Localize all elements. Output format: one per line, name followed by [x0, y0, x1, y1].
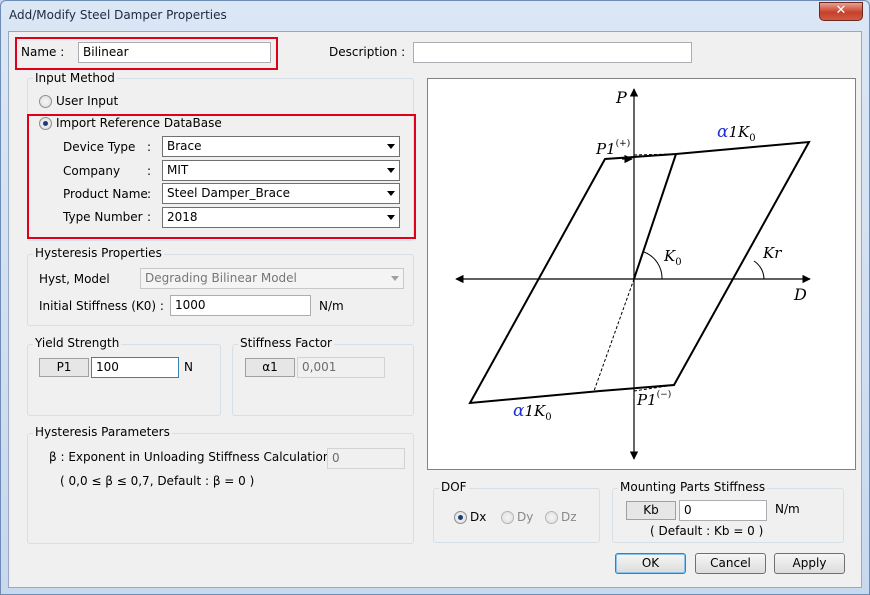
stiffness-factor-group — [232, 344, 414, 416]
hysteresis-loop — [468, 140, 811, 405]
alpha-k0-top-label: α1K0 — [717, 122, 756, 144]
dof-title: DOF — [439, 480, 469, 494]
window-title: Add/Modify Steel Damper Properties — [9, 8, 227, 22]
hysteresis-properties-title: Hysteresis Properties — [33, 246, 164, 260]
alpha1-tag: α1 — [245, 358, 295, 377]
kb-input[interactable]: 0 — [679, 500, 767, 521]
ok-button[interactable]: OK — [615, 553, 686, 574]
chevron-down-icon — [391, 276, 399, 281]
alpha-k0-bottom-label: α1K0 — [513, 401, 552, 423]
dof-dy-radio[interactable] — [501, 511, 514, 524]
dialog-window: Add/Modify Steel Damper Properties ✕ Nam… — [0, 0, 870, 595]
p1-negative-label: P1(−) — [636, 389, 671, 409]
beta-note: ( 0,0 ≤ β ≤ 0,7, Default : β = 0 ) — [60, 474, 255, 488]
yield-strength-input[interactable]: 100 — [91, 357, 179, 378]
cancel-button[interactable]: Cancel — [695, 553, 766, 574]
yield-strength-title: Yield Strength — [33, 336, 122, 350]
p-axis-label: P — [615, 88, 627, 107]
dialog-client-area: Name : Bilinear Description : Input Meth… — [8, 31, 862, 588]
yield-strength-group — [27, 344, 221, 416]
input-method-title: Input Method — [33, 71, 117, 85]
p1-positive-label: P1(+) — [595, 138, 630, 158]
hysteresis-diagram-svg: P D K0 Kr P1(+) P1(−) α1K0 α1K0 — [455, 88, 811, 460]
hyst-model-select[interactable]: Degrading Bilinear Model — [140, 268, 404, 289]
kr-angle-arc — [753, 260, 765, 280]
d-axis-label: D — [793, 285, 807, 304]
apply-button[interactable]: Apply — [774, 553, 845, 574]
dof-dx-radio[interactable] — [454, 511, 467, 524]
user-input-radio[interactable] — [39, 95, 52, 108]
p1-tag: P1 — [39, 358, 89, 377]
dof-dz-radio[interactable] — [545, 511, 558, 524]
hyst-model-label: Hyst, Model — [39, 272, 110, 286]
dof-dy-label[interactable]: Dy — [517, 510, 533, 524]
user-input-label[interactable]: User Input — [56, 94, 118, 108]
beta-label: β : Exponent in Unloading Stiffness Calc… — [49, 450, 339, 464]
dof-dz-label[interactable]: Dz — [561, 510, 577, 524]
mounting-stiffness-title: Mounting Parts Stiffness — [618, 480, 768, 494]
initial-stiffness-unit: N/m — [319, 299, 344, 313]
kb-unit: N/m — [775, 502, 800, 516]
k0-line-lower-dashed — [593, 278, 635, 392]
k0-label: K0 — [663, 247, 682, 268]
k0-angle-arc — [643, 251, 663, 280]
hysteresis-diagram: P D K0 Kr P1(+) P1(−) α1K0 α1K0 — [427, 78, 856, 470]
dof-dx-label[interactable]: Dx — [470, 510, 486, 524]
beta-input[interactable]: 0 — [327, 448, 405, 469]
kb-default-note: ( Default : Kb = 0 ) — [650, 524, 764, 538]
close-button[interactable]: ✕ — [819, 2, 863, 21]
kb-tag: Kb — [626, 501, 676, 520]
description-label: Description : — [329, 45, 406, 59]
stiffness-factor-input[interactable]: 0,001 — [297, 357, 385, 378]
initial-stiffness-label: Initial Stiffness (K0) : — [39, 299, 164, 313]
title-bar[interactable]: Add/Modify Steel Damper Properties ✕ — [1, 1, 869, 31]
initial-stiffness-input[interactable]: 1000 — [170, 295, 311, 316]
description-input[interactable] — [413, 42, 692, 63]
yield-strength-unit: N — [184, 360, 193, 374]
kr-label: Kr — [762, 244, 782, 262]
hyst-model-value: Degrading Bilinear Model — [145, 271, 297, 285]
name-highlight-box — [15, 37, 278, 70]
hysteresis-parameters-title: Hysteresis Parameters — [33, 425, 172, 439]
import-highlight-box — [27, 114, 416, 239]
stiffness-factor-title: Stiffness Factor — [238, 336, 334, 350]
